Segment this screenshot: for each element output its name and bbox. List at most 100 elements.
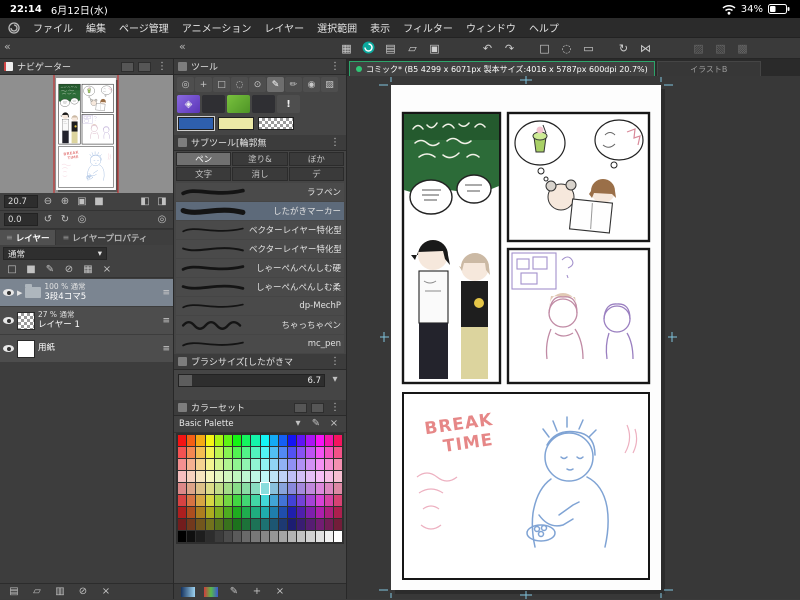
palette-color-cell[interactable] (315, 507, 324, 518)
subtool-tab-paint[interactable]: 塗り& (232, 152, 288, 166)
palette-color-cell[interactable] (333, 471, 342, 482)
palette-color-cell[interactable] (288, 483, 297, 494)
edit-color-icon[interactable]: ✎ (227, 586, 241, 597)
subtool-tab-pen[interactable]: ペン (176, 152, 232, 166)
menu-window[interactable]: ウィンドウ (466, 20, 516, 35)
palette-color-cell[interactable] (324, 519, 333, 530)
brush-item[interactable]: ラフペン (176, 183, 344, 201)
palette-color-cell[interactable] (333, 495, 342, 506)
palette-color-cell[interactable] (223, 459, 232, 470)
brush-tool-icon[interactable]: ◉ (303, 77, 320, 92)
colorset-menu-icon[interactable]: ⋮ (328, 402, 342, 413)
palette-color-cell[interactable] (242, 507, 251, 518)
palette-color-cell[interactable] (269, 471, 278, 482)
palette-color-cell[interactable] (278, 459, 287, 470)
palette-color-cell[interactable] (297, 459, 306, 470)
palette-color-cell[interactable] (223, 435, 232, 446)
palette-color-cell[interactable] (223, 483, 232, 494)
palette-color-cell[interactable] (306, 471, 315, 482)
palette-color-cell[interactable] (233, 459, 242, 470)
palette-color-cell[interactable] (269, 435, 278, 446)
gradient-swatch-icon[interactable] (181, 586, 195, 597)
menu-page-manage[interactable]: ページ管理 (119, 20, 169, 35)
palette-color-cell[interactable] (306, 519, 315, 530)
figure-tool-icon[interactable] (252, 95, 275, 113)
palette-color-cell[interactable] (251, 531, 260, 542)
palette-color-cell[interactable] (187, 459, 196, 470)
workspace-grid-icon[interactable]: ▦ (338, 43, 355, 54)
palette-edit-icon[interactable]: ✎ (309, 419, 323, 429)
palette-color-cell[interactable] (187, 447, 196, 458)
special-snap-icon[interactable]: ▩ (734, 43, 751, 54)
palette-color-cell[interactable] (269, 459, 278, 470)
palette-color-cell[interactable] (196, 495, 205, 506)
menu-view[interactable]: 表示 (370, 20, 390, 35)
subtool-menu-icon[interactable]: ⋮ (328, 137, 342, 148)
layer-menu-icon[interactable]: ≡ (162, 288, 170, 298)
palette-color-cell[interactable] (306, 447, 315, 458)
palette-color-cell[interactable] (233, 519, 242, 530)
brush-item[interactable]: しゃーぺんぺんしむ硬 (176, 259, 344, 277)
brush-item[interactable]: ちゃっちゃペン (176, 316, 344, 334)
move-tool-icon[interactable]: + (195, 77, 212, 92)
palette-color-cell[interactable] (269, 507, 278, 518)
palette-color-cell[interactable] (214, 519, 223, 530)
palette-color-cell[interactable] (214, 483, 223, 494)
palette-delete-icon[interactable]: × (327, 419, 341, 429)
palette-color-cell[interactable] (324, 507, 333, 518)
tab-layer-property[interactable]: ≡ レイヤープロパティ (56, 230, 173, 245)
palette-color-cell[interactable] (278, 435, 287, 446)
palette-color-cell[interactable] (333, 531, 342, 542)
brush-size-slider[interactable]: 6.7 (178, 373, 325, 387)
palette-color-cell[interactable] (214, 435, 223, 446)
airbrush-tool-icon[interactable]: ▨ (321, 77, 338, 92)
palette-color-cell[interactable] (233, 447, 242, 458)
palette-color-cell[interactable] (205, 495, 214, 506)
palette-color-cell[interactable] (242, 519, 251, 530)
palette-color-cell[interactable] (288, 459, 297, 470)
flip-vertical-icon[interactable]: ◨ (155, 196, 169, 207)
palette-color-cell[interactable] (260, 459, 269, 470)
palette-color-cell[interactable] (196, 447, 205, 458)
palette-color-cell[interactable] (306, 507, 315, 518)
tool-menu-icon[interactable]: ⋮ (328, 61, 342, 72)
palette-color-cell[interactable] (223, 471, 232, 482)
subtool-tab-deco[interactable]: デ (288, 167, 344, 181)
layer-visibility-icon[interactable] (3, 289, 14, 296)
fit-screen-icon[interactable]: ▣ (75, 196, 89, 207)
palette-color-cell[interactable] (214, 531, 223, 542)
add-color-icon[interactable]: + (250, 586, 264, 597)
palette-color-cell[interactable] (324, 447, 333, 458)
palette-color-cell[interactable] (324, 531, 333, 542)
palette-color-cell[interactable] (269, 495, 278, 506)
palette-color-cell[interactable] (196, 483, 205, 494)
palette-color-cell[interactable] (233, 435, 242, 446)
palette-color-cell[interactable] (196, 507, 205, 518)
clip-at-layer-icon[interactable]: □ (5, 264, 19, 275)
palette-color-cell[interactable] (178, 447, 187, 458)
palette-color-cell[interactable] (205, 447, 214, 458)
palette-color-cell[interactable] (223, 519, 232, 530)
palette-color-cell[interactable] (288, 495, 297, 506)
actual-size-icon[interactable]: ■ (92, 196, 106, 207)
palette-color-cell[interactable] (324, 495, 333, 506)
navigator-menu-icon[interactable]: ⋮ (155, 61, 169, 72)
palette-color-cell[interactable] (196, 471, 205, 482)
menu-file[interactable]: ファイル (33, 20, 73, 35)
decoration-tool-icon[interactable]: ◈ (177, 95, 200, 113)
palette-color-cell[interactable] (233, 471, 242, 482)
palette-color-cell[interactable] (187, 531, 196, 542)
palette-color-cell[interactable] (269, 447, 278, 458)
palette-color-cell[interactable] (233, 495, 242, 506)
layer-menu-icon[interactable]: ≡ (162, 344, 170, 354)
pencil-tool-icon[interactable]: ✏ (285, 77, 302, 92)
palette-color-cell[interactable] (278, 447, 287, 458)
palette-color-cell[interactable] (251, 519, 260, 530)
rotate-cw-icon[interactable]: ↻ (58, 214, 72, 225)
new-canvas-icon[interactable]: ▤ (382, 43, 399, 54)
layer-visibility-icon[interactable] (3, 317, 14, 324)
palette-color-cell[interactable] (297, 435, 306, 446)
palette-color-cell[interactable] (233, 507, 242, 518)
palette-color-cell[interactable] (333, 507, 342, 518)
palette-color-cell[interactable] (223, 531, 232, 542)
